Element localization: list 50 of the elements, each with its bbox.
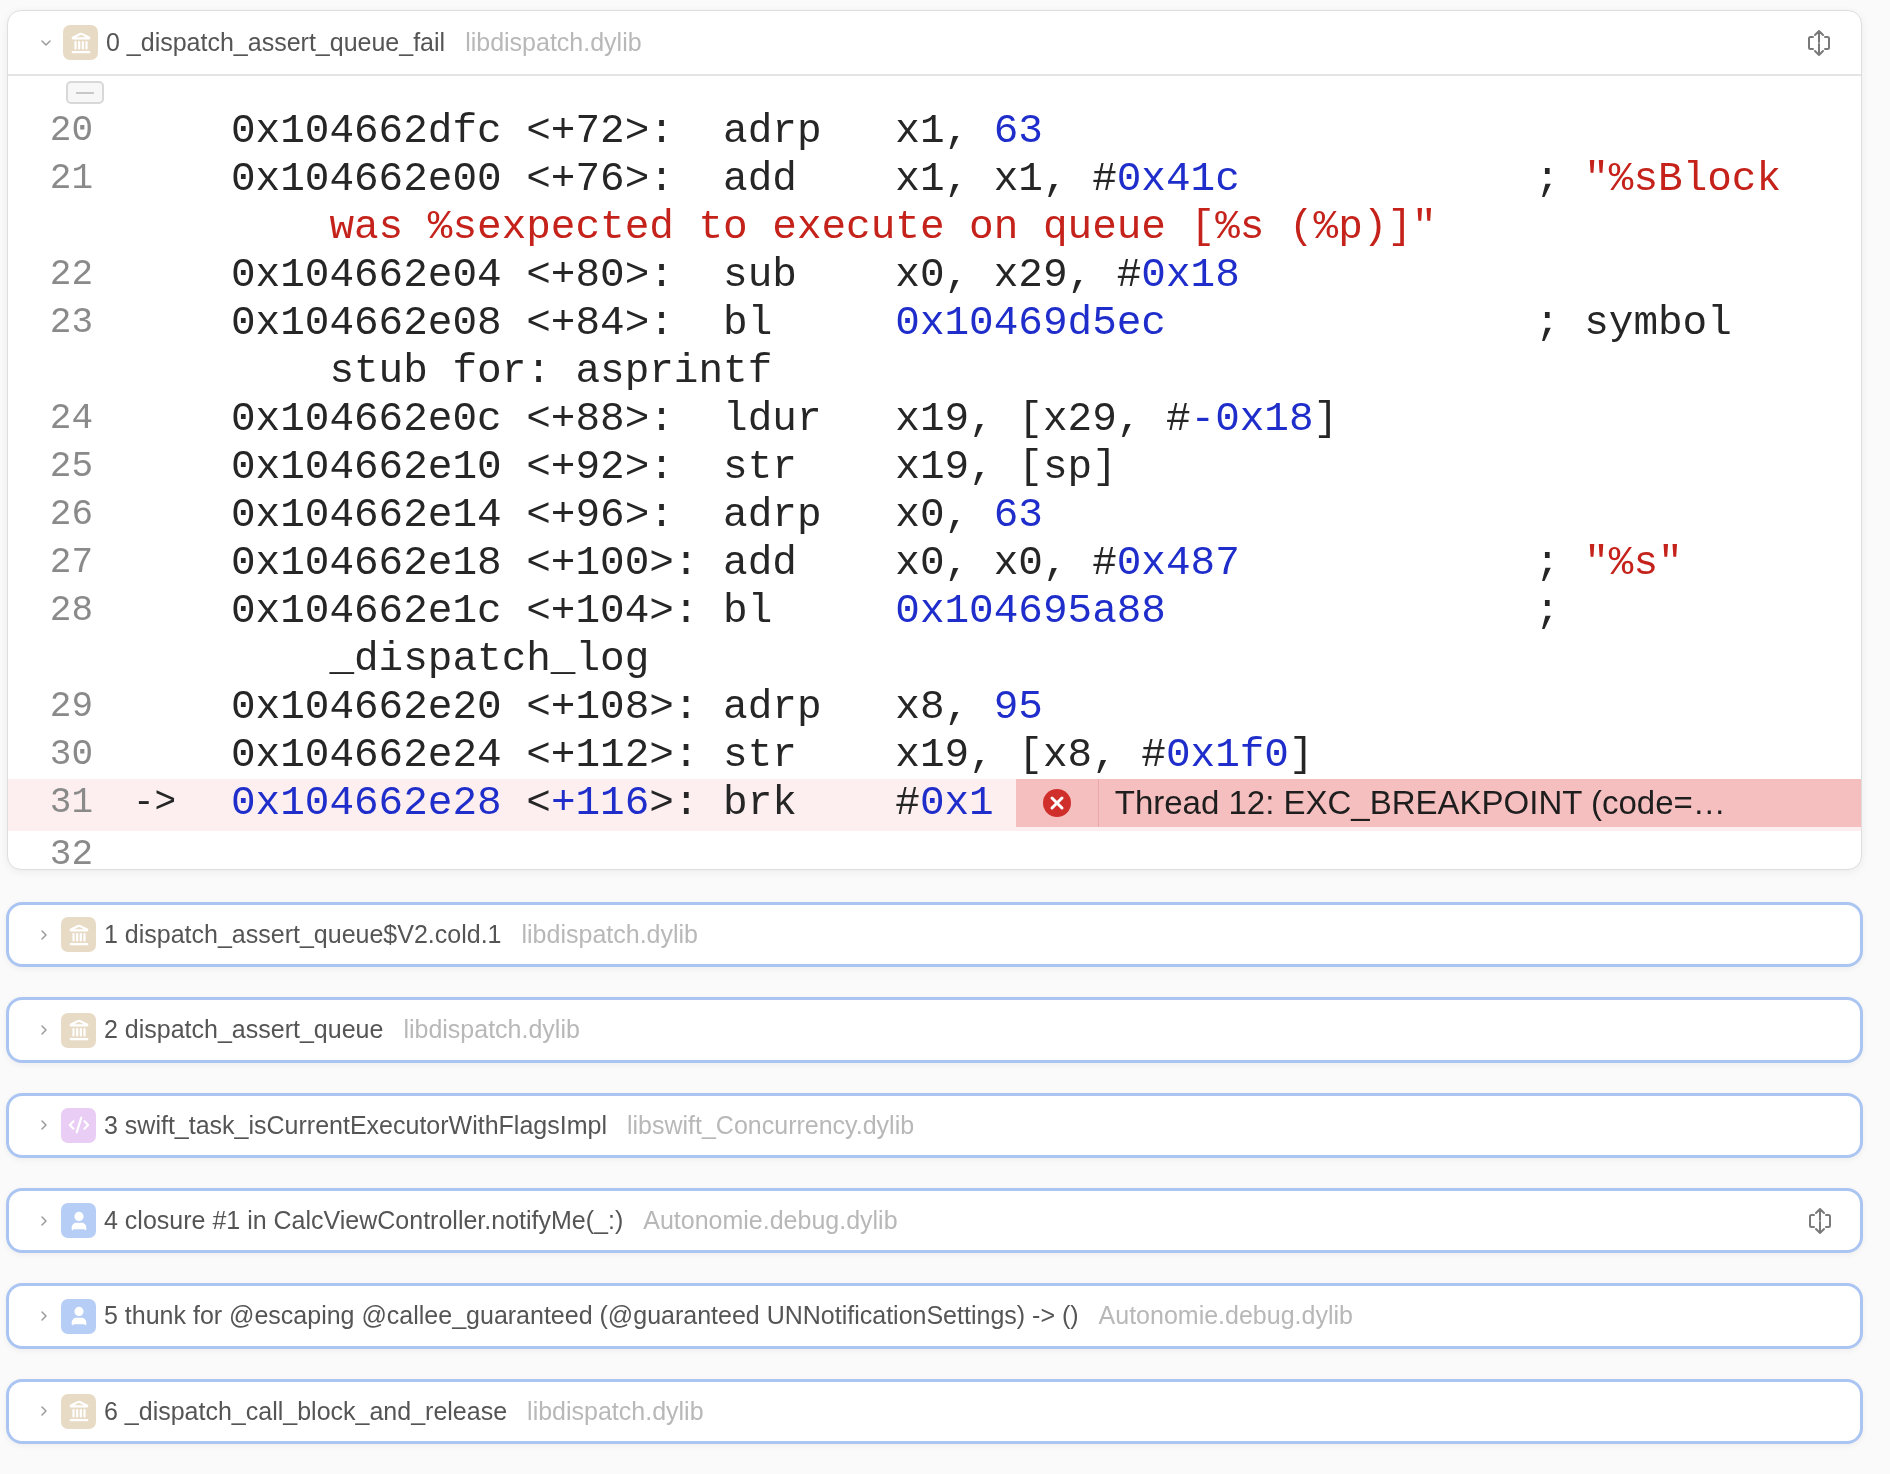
library-name: libdispatch.dylib — [521, 919, 698, 950]
line-number: 22 — [48, 253, 93, 297]
frame-name: 1 dispatch_assert_queue$V2.cold.1 — [104, 919, 502, 950]
collapse-handle[interactable] — [66, 81, 104, 104]
frame-name: 0 _dispatch_assert_queue_fail — [106, 26, 446, 58]
frame-name: 6 _dispatch_call_block_and_release — [104, 1395, 508, 1427]
frame-name: 3 swift_task_isCurrentExecutorWithFlagsImpl — [104, 1109, 607, 1141]
line-number: 26 — [48, 493, 93, 537]
instruction-line: 0x104662e20 <+108>: adrp x8, 95 — [231, 683, 1044, 731]
line-number: 21 — [48, 157, 93, 201]
instruction-line: 0x104662e10 <+92>: str x19, [sp] — [231, 443, 1118, 491]
instruction-line: 0x104662dfc <+72>: adrp x1, 63 — [231, 107, 1044, 155]
library-name: Autonomie.debug.dylib — [643, 1204, 898, 1236]
line-number: 25 — [48, 445, 93, 489]
stack-frame-row[interactable]: 1 dispatch_assert_queue$V2.cold.1 libdispatch.dylib — [6, 902, 1863, 968]
library-name: libswift_Concurrency.dylib — [626, 1109, 915, 1141]
library-name: Autonomie.debug.dylib — [1098, 1300, 1353, 1332]
line-number: 27 — [48, 541, 93, 585]
line-number: 23 — [48, 301, 93, 345]
instruction-line: 0x104662e18 <+100>: add x0, x0, #0x487 ; "%s" — [231, 539, 1684, 587]
instruction-line: 0x104662e24 <+112>: str x19, [x8, #0x1f0] — [231, 731, 1315, 779]
error-circle-icon — [1041, 788, 1072, 818]
library-name: libdispatch.dylib — [527, 1395, 704, 1427]
instruction-line: 0x104662e28 <+116>: brk #0x1 — [231, 779, 994, 827]
error-message: Thread 12: EXC_BREAKPOINT (code=… — [1114, 783, 1726, 823]
stack-frame-row[interactable]: 3 swift_task_isCurrentExecutorWithFlagsImpl libswift_Concurrency.dylib — [6, 1092, 1863, 1159]
stack-frame-row[interactable]: 5 thunk for @escaping @callee_guaranteed (@guaranteed UNNotificationSettings) -> () Autonomie.debug.dylib — [6, 1283, 1863, 1349]
line-number: 32 — [48, 833, 93, 870]
frame-header[interactable]: 0 _dispatch_assert_queue_fail libdispatch.dylib — [8, 11, 1861, 76]
frame-name: 5 thunk for @escaping @callee_guaranteed (@guaranteed UNNotificationSettings) -> () — [104, 1300, 1079, 1332]
instruction-line: 0x104662e00 <+76>: add x1, x1, #0x41c ; "%sBlock was %sexpected to execute on queue [%s (%p)]" — [231, 155, 1783, 251]
line-number: 29 — [48, 685, 93, 729]
frame-name: 4 closure #1 in CalcViewController.notifyMe(_:) — [104, 1204, 624, 1236]
stack-frame-row[interactable]: 2 dispatch_assert_queue libdispatch.dylib — [6, 997, 1863, 1063]
expand-vertical-icon[interactable] — [1805, 27, 1833, 58]
line-number: 28 — [48, 589, 93, 633]
library-name: libdispatch.dylib — [465, 26, 642, 58]
library-name: libdispatch.dylib — [403, 1014, 580, 1046]
line-number: 20 — [48, 109, 93, 153]
stack-frame-row[interactable]: 4 closure #1 in CalcViewController.notifyMe(_:) Autonomie.debug.dylib — [6, 1188, 1863, 1254]
stack-frame-row[interactable]: 6 _dispatch_call_block_and_release libdispatch.dylib — [6, 1378, 1863, 1444]
expand-vertical-icon[interactable] — [1806, 1205, 1834, 1236]
current-instruction-arrow: -> — [133, 782, 177, 823]
frame-name: 2 dispatch_assert_queue — [104, 1014, 384, 1046]
instruction-line: 0x104662e0c <+88>: ldur x19, [x29, #-0x18] — [231, 395, 1340, 443]
instruction-line: 0x104662e04 <+80>: sub x0, x29, #0x18 — [231, 251, 1241, 299]
line-number: 24 — [48, 397, 93, 441]
line-number: 30 — [48, 733, 93, 777]
instruction-line: 0x104662e14 <+96>: adrp x0, 63 — [231, 491, 1044, 539]
line-number: 31 — [48, 781, 93, 825]
